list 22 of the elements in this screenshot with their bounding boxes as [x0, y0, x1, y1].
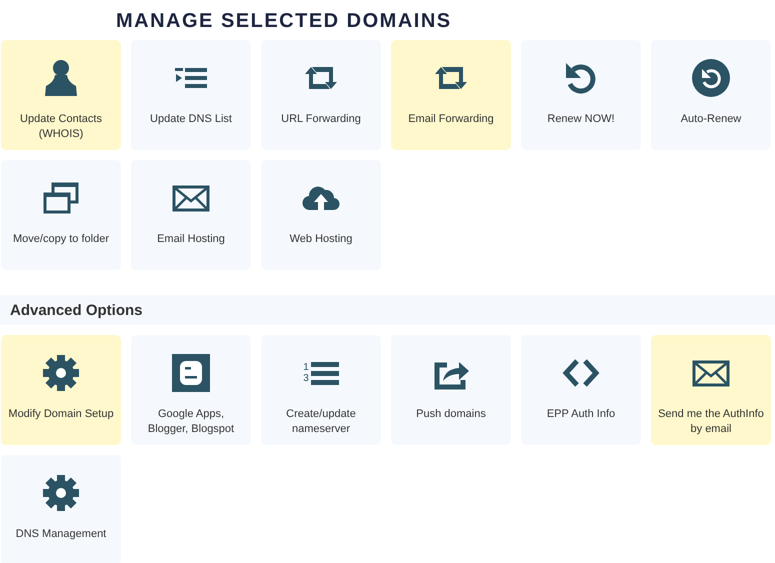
action-tile[interactable]: DNS Management — [1, 455, 121, 563]
action-tile[interactable]: Update Contacts (WHOIS) — [1, 40, 121, 150]
action-tile[interactable]: Auto-Renew — [651, 40, 771, 150]
action-tile[interactable]: Web Hosting — [261, 160, 381, 270]
page-title: MANAGE SELECTED DOMAINS — [115, 9, 453, 34]
action-tile[interactable]: Update DNS List — [131, 40, 251, 150]
gear-icon — [41, 353, 81, 393]
action-tile[interactable]: Renew NOW! — [521, 40, 641, 150]
action-tile[interactable]: Email Forwarding — [391, 40, 511, 150]
action-tile[interactable]: Modify Domain Setup — [1, 335, 121, 445]
action-tile[interactable]: Google Apps, Blogger, Blogspot — [131, 335, 251, 445]
action-tile[interactable]: 1 3 Create/update nameserver — [261, 335, 381, 445]
renew-icon — [691, 58, 731, 98]
section-title: Advanced Options — [10, 302, 143, 318]
action-tile[interactable]: Send me the AuthInfo by email — [651, 335, 771, 445]
action-tile[interactable]: Move/copy to folder — [1, 160, 121, 270]
action-tile[interactable]: URL Forwarding — [261, 40, 381, 150]
gear-icon — [41, 473, 81, 513]
blog-icon — [171, 353, 211, 393]
action-tile[interactable]: EPP Auth Info — [521, 335, 641, 445]
action-tile[interactable]: Push domains — [391, 335, 511, 445]
action-tile[interactable]: Email Hosting — [131, 160, 251, 270]
